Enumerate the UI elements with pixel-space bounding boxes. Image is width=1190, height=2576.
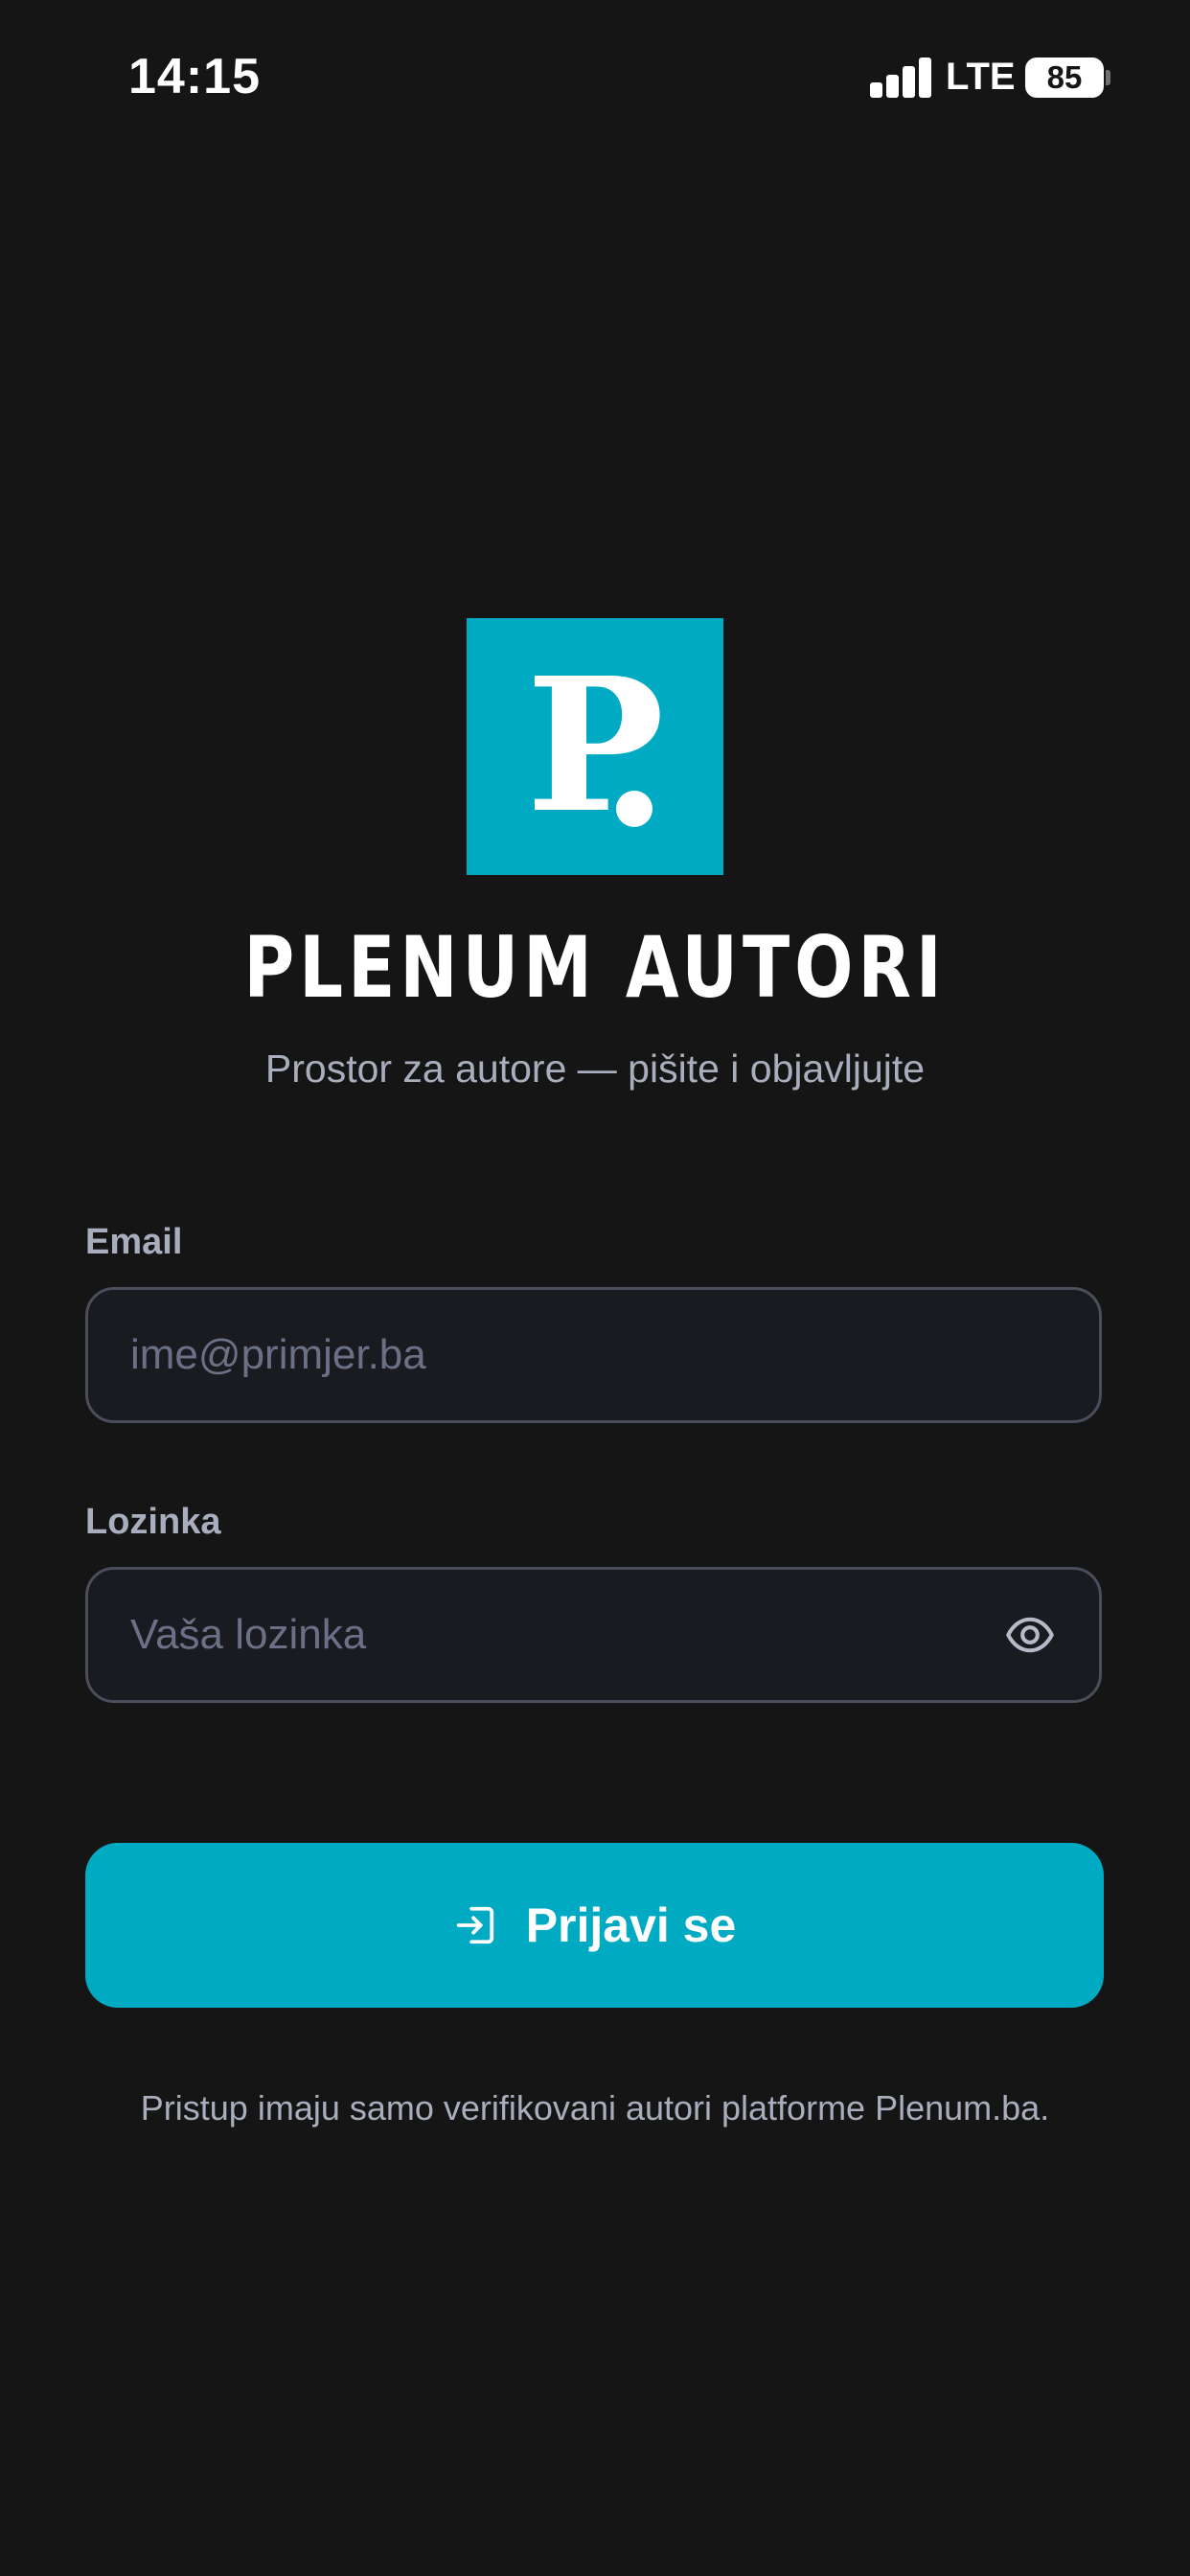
login-button-label: Prijavi se xyxy=(525,1898,737,1952)
battery-nub xyxy=(1106,70,1110,85)
login-arrow-icon xyxy=(456,1906,493,1944)
status-time: 14:15 xyxy=(128,49,261,104)
eye-icon[interactable] xyxy=(1001,1610,1059,1660)
password-field-container[interactable] xyxy=(85,1567,1102,1703)
access-note: Pristup imaju samo verifikovani autori p… xyxy=(140,2088,1050,2128)
email-field[interactable] xyxy=(130,1290,973,1420)
battery-level: 85 xyxy=(1046,59,1083,95)
app-logo: P xyxy=(467,618,723,875)
network-type: LTE xyxy=(946,56,1016,98)
status-bar: 14:15 LTE 85 xyxy=(0,0,1190,153)
login-button[interactable]: Prijavi se xyxy=(85,1843,1104,2008)
password-field[interactable] xyxy=(130,1570,973,1700)
email-field-container[interactable] xyxy=(85,1287,1102,1423)
password-label: Lozinka xyxy=(85,1502,221,1542)
app-subtitle: Prostor za autore — pišite i objavljujte xyxy=(264,1046,926,1091)
app-title: PLENUM AUTORI xyxy=(243,918,947,1017)
signal-bars-icon xyxy=(870,58,931,98)
battery-icon: 85 xyxy=(1025,58,1104,98)
logo-dot xyxy=(616,791,652,827)
email-label: Email xyxy=(85,1222,183,1262)
